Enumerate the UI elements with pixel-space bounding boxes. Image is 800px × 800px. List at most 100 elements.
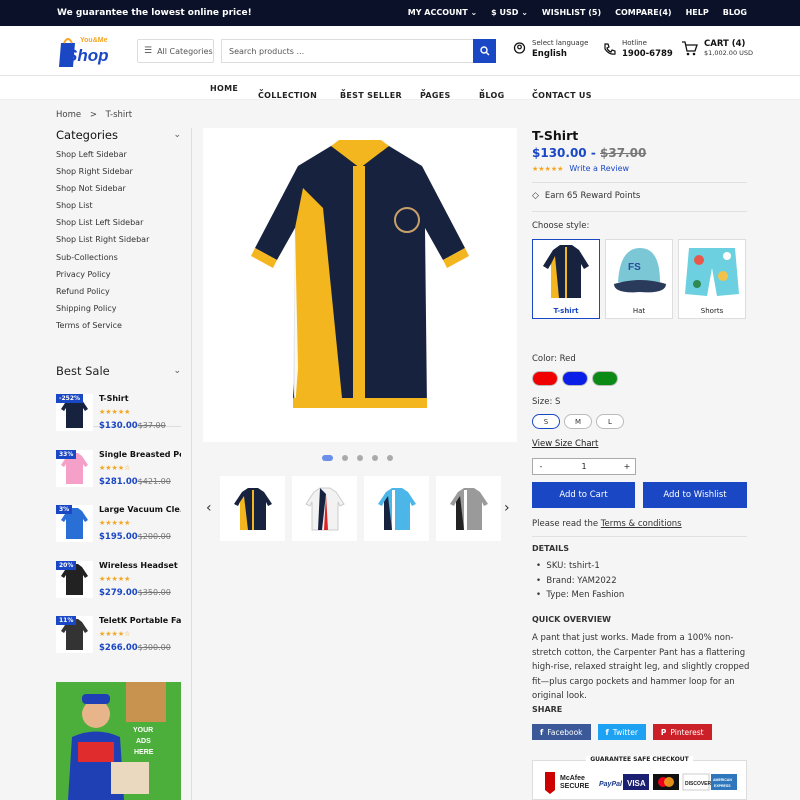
style-selector: T-shirt FS Hat Shorts bbox=[532, 239, 746, 319]
pagination-dot[interactable] bbox=[322, 455, 333, 461]
category-link[interactable]: Shop Right Sidebar bbox=[56, 167, 181, 184]
hotline: Hotline 1900-6789 bbox=[603, 39, 673, 59]
best-sale-item[interactable]: 3% Large Vacuum Cle... ★★★★★ $195.00$200.00 bbox=[56, 505, 181, 555]
category-link[interactable]: Shop Left Sidebar bbox=[56, 150, 181, 167]
pagination-dot[interactable] bbox=[342, 455, 348, 461]
product-name[interactable]: Single Breasted Po... bbox=[99, 450, 181, 459]
size-option-l[interactable]: L bbox=[596, 414, 624, 429]
product-name[interactable]: Large Vacuum Cle... bbox=[99, 505, 181, 514]
terms-link[interactable]: Terms & conditions bbox=[601, 519, 682, 529]
style-option-hat[interactable]: FS Hat bbox=[605, 239, 673, 319]
best-sale-item[interactable]: 20% Wireless Headset ... ★★★★★ $279.00$350.… bbox=[56, 560, 181, 611]
product-name[interactable]: TeletK Portable Fan bbox=[99, 616, 181, 625]
product-thumbnail[interactable]: 3% bbox=[56, 505, 93, 542]
add-to-cart-button[interactable]: Add to Cart bbox=[532, 482, 635, 508]
color-swatch-green[interactable] bbox=[592, 371, 618, 386]
category-link[interactable]: Sub-Collections bbox=[56, 253, 181, 270]
pagination-dot[interactable] bbox=[357, 455, 363, 461]
categories-title: Categories bbox=[56, 128, 118, 142]
breadcrumb-home[interactable]: Home bbox=[56, 110, 81, 120]
nav-best-seller[interactable]: BEST SELLER ⌄ bbox=[340, 84, 402, 100]
category-link[interactable]: Refund Policy bbox=[56, 287, 181, 304]
pagination-dot[interactable] bbox=[372, 455, 378, 461]
user-icon bbox=[513, 42, 526, 54]
discount-badge: 3% bbox=[56, 505, 73, 514]
blog-link[interactable]: BLOG bbox=[723, 8, 747, 17]
page-content: Home > T-shirt Categories ⌄ Shop Left Si… bbox=[0, 100, 800, 800]
thumbnail-grey[interactable] bbox=[436, 476, 501, 541]
search-icon bbox=[479, 46, 489, 56]
terms-note: Please read the Terms & conditions bbox=[532, 519, 682, 529]
write-review-link[interactable]: Write a Review bbox=[569, 164, 629, 173]
facebook-share-button[interactable]: f Facebook bbox=[532, 724, 591, 740]
category-link[interactable]: Shop Not Sidebar bbox=[56, 184, 181, 201]
svg-text:McAfee: McAfee bbox=[560, 775, 585, 782]
nav-contact-us[interactable]: CONTACT US ⌄ bbox=[532, 84, 591, 100]
category-link[interactable]: Shipping Policy bbox=[56, 304, 181, 321]
product-name[interactable]: Wireless Headset ... bbox=[99, 561, 181, 570]
best-sale-item[interactable]: -252% T-Shirt ★★★★★ $130.00$37.00 bbox=[56, 394, 181, 444]
category-link[interactable]: Shop List bbox=[56, 201, 181, 218]
size-option-m[interactable]: M bbox=[564, 414, 592, 429]
add-to-wishlist-button[interactable]: Add to Wishlist bbox=[643, 482, 747, 508]
search-button[interactable] bbox=[473, 39, 496, 63]
pinterest-share-button[interactable]: P Pinterest bbox=[652, 724, 712, 740]
quantity-input[interactable]: 1 bbox=[549, 462, 619, 471]
discount-badge: 20% bbox=[56, 560, 77, 570]
thumb-next-icon[interactable]: › bbox=[504, 500, 510, 516]
chevron-down-icon[interactable]: ⌄ bbox=[173, 130, 181, 140]
category-link[interactable]: Shop List Left Sidebar bbox=[56, 218, 181, 235]
cart-icon bbox=[682, 40, 698, 55]
twitter-share-button[interactable]: f Twitter bbox=[597, 724, 646, 740]
nav-home[interactable]: HOME bbox=[210, 84, 238, 93]
nav-pages[interactable]: PAGES ⌄ bbox=[420, 84, 450, 100]
thumbnail-blue[interactable] bbox=[364, 476, 429, 541]
size-chart-link[interactable]: View Size Chart bbox=[532, 439, 598, 449]
color-swatch-red[interactable] bbox=[532, 371, 558, 386]
currency-link[interactable]: $ USD ⌄ bbox=[491, 8, 528, 17]
thumbnail-navy[interactable] bbox=[220, 476, 285, 541]
style-option-shorts[interactable]: Shorts bbox=[678, 239, 746, 319]
pinterest-icon: P bbox=[660, 727, 667, 737]
product-thumbnail[interactable]: 33% bbox=[56, 449, 93, 487]
detail-brand: • Brand: YAM2022 bbox=[536, 576, 617, 586]
best-sale-item[interactable]: 11% TeletK Portable Fan ★★★★☆ $266.00$300.0… bbox=[56, 616, 181, 666]
color-swatch-blue[interactable] bbox=[562, 371, 588, 386]
product-thumbnail[interactable]: 11% bbox=[56, 616, 93, 653]
thumb-prev-icon[interactable]: ‹ bbox=[206, 500, 212, 516]
top-bar: We guarantee the lowest online price! MY… bbox=[0, 0, 800, 26]
nav-collection[interactable]: COLLECTION ⌄ bbox=[258, 84, 317, 100]
search-input[interactable]: Search products ... bbox=[221, 39, 473, 63]
cart-button[interactable]: CART (4) $1,002.00 USD bbox=[681, 39, 753, 57]
quantity-plus-button[interactable]: + bbox=[619, 462, 635, 471]
product-thumbnail[interactable]: -252% bbox=[56, 394, 93, 431]
product-thumbnail[interactable]: 20% bbox=[56, 560, 93, 598]
size-option-s[interactable]: S bbox=[532, 414, 560, 429]
svg-text:Shop: Shop bbox=[66, 46, 109, 65]
main-product-image[interactable] bbox=[203, 128, 517, 442]
category-link[interactable]: Shop List Right Sidebar bbox=[56, 235, 181, 252]
style-option-tshirt[interactable]: T-shirt bbox=[532, 239, 600, 319]
category-link[interactable]: Terms of Service bbox=[56, 321, 181, 338]
compare-link[interactable]: COMPARE(4) bbox=[615, 8, 671, 17]
wishlist-link[interactable]: WISHLIST (5) bbox=[542, 8, 601, 17]
thumbnail-white[interactable] bbox=[292, 476, 357, 541]
pagination-dot[interactable] bbox=[387, 455, 393, 461]
breadcrumb: Home > T-shirt bbox=[56, 110, 133, 120]
help-link[interactable]: HELP bbox=[686, 8, 709, 17]
size-label: Size: S bbox=[532, 397, 561, 407]
language-selector[interactable]: Select language English bbox=[513, 39, 588, 59]
product-name[interactable]: T-Shirt bbox=[99, 394, 181, 403]
all-categories-button[interactable]: ☰ All Categories bbox=[137, 39, 214, 63]
ad-banner[interactable]: YOUR ADS HERE bbox=[56, 682, 181, 800]
product-price: $130.00$37.00 bbox=[99, 421, 166, 431]
nav-blog[interactable]: BLOG ⌄ bbox=[479, 84, 504, 100]
choose-style-label: Choose style: bbox=[532, 221, 590, 231]
logo[interactable]: You&Me Shop bbox=[58, 31, 120, 69]
category-link[interactable]: Privacy Policy bbox=[56, 270, 181, 287]
my-account-link[interactable]: MY ACCOUNT ⌄ bbox=[408, 8, 477, 17]
chevron-down-icon[interactable]: ⌄ bbox=[173, 366, 181, 376]
quantity-minus-button[interactable]: - bbox=[533, 462, 549, 471]
best-sale-item[interactable]: 33% Single Breasted Po... ★★★★☆ $281.00$421… bbox=[56, 449, 181, 500]
details-title: DETAILS bbox=[532, 544, 569, 553]
